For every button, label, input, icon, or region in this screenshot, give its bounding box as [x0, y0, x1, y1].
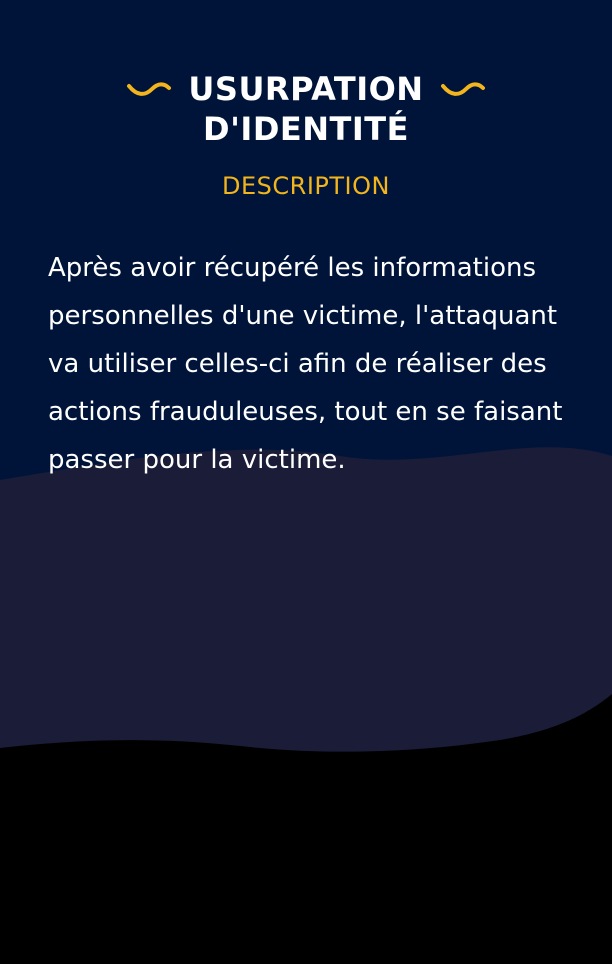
card-title: USURPATION D'IDENTITÉ — [0, 68, 612, 149]
info-card: USURPATION D'IDENTITÉ DESCRIPTION Après … — [0, 0, 612, 964]
section-label: DESCRIPTION — [222, 172, 390, 200]
title-line-2: D'IDENTITÉ — [203, 110, 409, 148]
title-line-1: USURPATION — [188, 70, 424, 108]
squiggle-icon — [440, 82, 485, 96]
description-text: Après avoir récupéré les informations pe… — [48, 253, 563, 475]
squiggle-icon — [127, 82, 172, 96]
card-title-block: USURPATION D'IDENTITÉ — [0, 68, 612, 149]
